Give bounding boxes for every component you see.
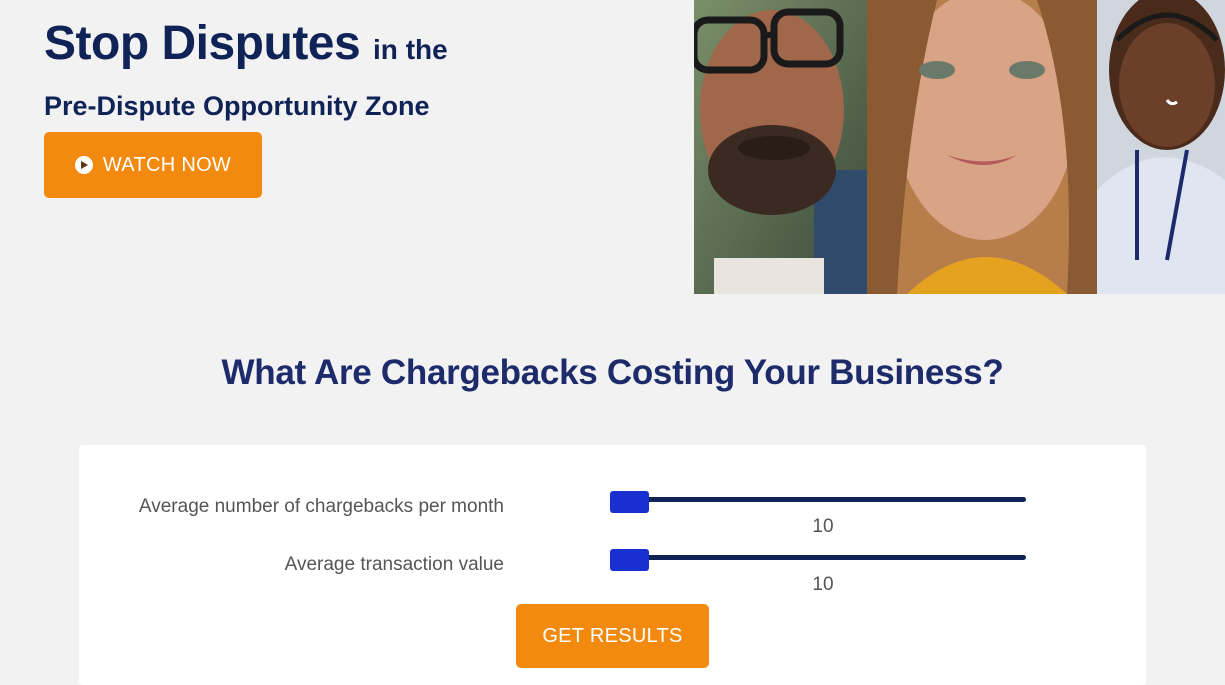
calculator-heading: What Are Chargebacks Costing Your Busine… xyxy=(221,353,1004,392)
chargebacks-per-month-value: 10 xyxy=(812,516,834,537)
transaction-value-slider-thumb[interactable] xyxy=(610,549,649,571)
chargebacks-per-month-slider-thumb[interactable] xyxy=(610,491,649,513)
photo-woman-headset xyxy=(1097,0,1225,294)
transaction-value-value: 10 xyxy=(812,574,834,595)
chargeback-calculator: Average number of chargebacks per month … xyxy=(79,445,1146,685)
watch-now-button[interactable]: WATCH NOW xyxy=(44,132,262,198)
hero-title-main: Stop Disputes xyxy=(44,17,361,70)
chargebacks-per-month-label: Average number of chargebacks per month xyxy=(138,496,504,517)
get-results-button[interactable]: GET RESULTS xyxy=(516,604,709,668)
chargebacks-per-month-slider-track[interactable] xyxy=(610,497,1026,502)
transaction-value-slider-track[interactable] xyxy=(610,555,1026,560)
hero-title: Stop Disputes in the xyxy=(44,14,448,80)
photo-man-glasses xyxy=(694,0,867,294)
photo-woman-smiling xyxy=(867,0,1097,294)
play-circle-icon xyxy=(74,156,93,174)
transaction-value-label: Average transaction value xyxy=(284,554,504,575)
hero-photo-collage xyxy=(694,0,1225,294)
hero-title-tail: in the xyxy=(373,34,448,65)
watch-now-label: WATCH NOW xyxy=(102,153,232,176)
hero-subtitle: Pre-Dispute Opportunity Zone xyxy=(44,91,430,121)
